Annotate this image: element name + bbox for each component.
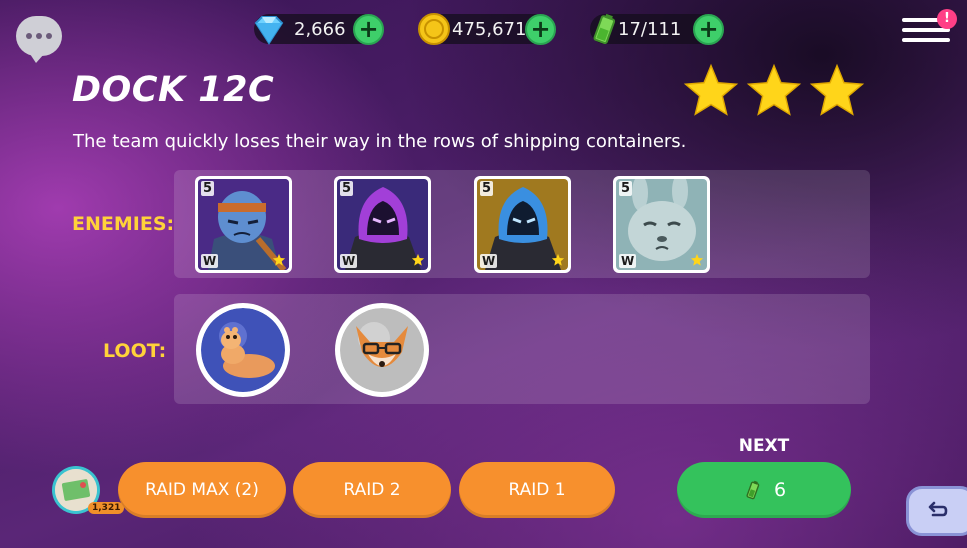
loot-label: LOOT:	[103, 340, 167, 362]
enemy-level: 5	[619, 181, 633, 196]
return-arrow-icon	[928, 501, 948, 517]
next-label: NEXT	[738, 436, 790, 456]
energy-counter: 17/111 +	[590, 13, 724, 45]
enemy-level: 5	[480, 181, 494, 196]
enemy-portrait: 5 W	[477, 179, 568, 270]
raid-max-button[interactable]: RAID MAX (2)	[118, 462, 286, 518]
loot-item[interactable]	[196, 303, 290, 397]
enemy-card[interactable]: 5 W	[613, 176, 710, 273]
rank-star-icon	[411, 253, 425, 266]
loot-orb	[201, 308, 285, 392]
avatar-count-badge: 1,321	[88, 502, 125, 514]
enemy-card[interactable]: 5 W	[474, 176, 571, 273]
enemy-class: W	[480, 254, 498, 268]
chat-button[interactable]	[16, 16, 62, 63]
star-icon	[809, 63, 865, 116]
enemy-card[interactable]: 5 W	[195, 176, 292, 273]
enemy-level: 5	[201, 181, 215, 196]
enemy-portrait: 5 W	[337, 179, 428, 270]
hamburger-bar	[902, 38, 950, 42]
add-coins-button[interactable]: +	[525, 14, 556, 45]
rank-star-icon	[551, 253, 565, 266]
loot-item[interactable]	[335, 303, 429, 397]
chat-icon	[26, 33, 32, 39]
next-button[interactable]: 6	[677, 462, 851, 518]
notification-badge: !	[937, 9, 957, 29]
enemy-class: W	[340, 254, 358, 268]
enemy-portrait: 5 W	[616, 179, 707, 270]
coins-counter: 475,671 +	[418, 13, 556, 45]
enemy-class: W	[619, 254, 637, 268]
rank-star-icon	[272, 253, 286, 266]
mission-title: DOCK 12C	[72, 70, 275, 110]
gems-counter: 2,666 +	[254, 14, 384, 45]
next-cost: 6	[773, 479, 787, 501]
mission-description: The team quickly loses their way in the …	[73, 131, 687, 152]
hamburger-bar	[902, 28, 950, 32]
enemy-class: W	[201, 254, 219, 268]
enemies-label: ENEMIES:	[72, 213, 175, 235]
add-gems-button[interactable]: +	[353, 14, 384, 45]
fox-with-glasses-icon	[340, 308, 424, 392]
back-button[interactable]	[906, 486, 967, 536]
chat-dot	[36, 33, 42, 39]
add-energy-button[interactable]: +	[693, 14, 724, 45]
coin-icon	[418, 13, 450, 45]
battery-icon	[593, 13, 616, 45]
enemy-level: 5	[340, 181, 354, 196]
gem-icon	[254, 16, 284, 45]
raid-1-button[interactable]: RAID 1	[459, 462, 615, 518]
worm-creature-icon	[201, 308, 285, 392]
rank-star-icon	[690, 253, 704, 266]
raid-2-button[interactable]: RAID 2	[293, 462, 451, 518]
star-icon	[683, 63, 739, 116]
enemy-portrait: 5 W	[198, 179, 289, 270]
chat-dot	[46, 33, 52, 39]
battery-icon	[746, 480, 760, 500]
enemy-card[interactable]: 5 W	[334, 176, 431, 273]
star-icon	[746, 63, 802, 116]
loot-orb	[340, 308, 424, 392]
